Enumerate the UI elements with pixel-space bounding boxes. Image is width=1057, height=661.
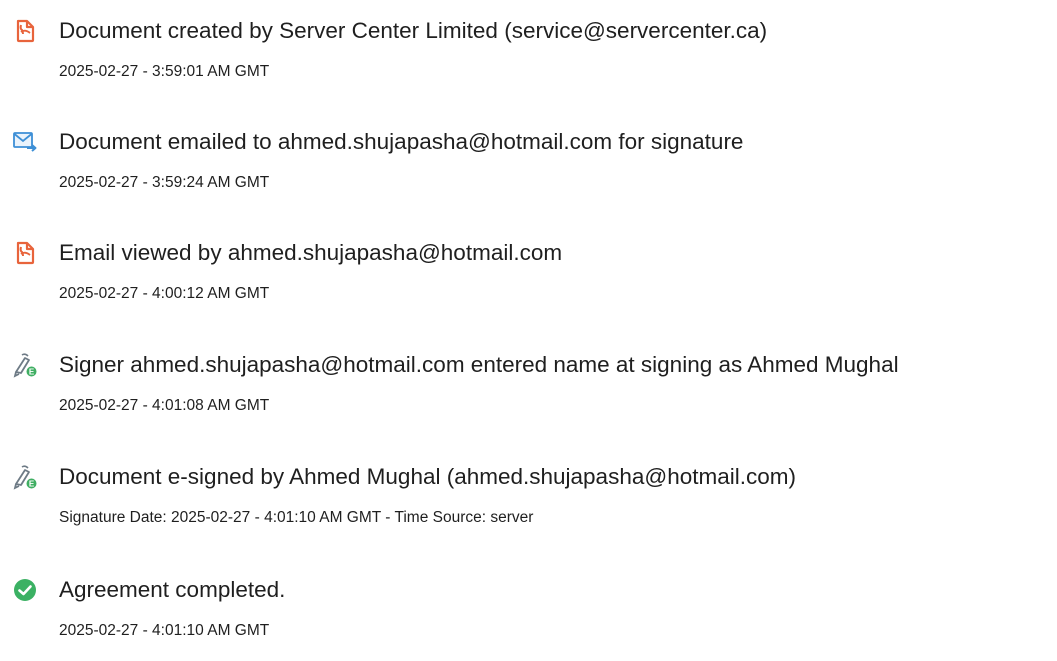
event-title: Agreement completed. — [59, 577, 286, 602]
timeline-event: Agreement completed. 2025-02-27 - 4:01:1… — [0, 575, 1057, 661]
timeline-event: Document created by Server Center Limite… — [0, 16, 1057, 102]
svg-text:E: E — [29, 368, 35, 377]
event-title: Document e-signed by Ahmed Mughal (ahmed… — [59, 464, 796, 489]
document-created-icon — [12, 18, 38, 44]
event-timestamp: 2025-02-27 - 4:00:12 AM GMT — [59, 285, 270, 302]
event-timestamp: 2025-02-27 - 4:01:10 AM GMT — [59, 622, 270, 639]
check-circle-icon — [12, 577, 38, 603]
event-title: Document emailed to ahmed.shujapasha@hot… — [59, 129, 744, 154]
event-signature-date: Signature Date: 2025-02-27 - 4:01:10 AM … — [59, 509, 534, 526]
esign-pen-icon: E — [12, 464, 38, 490]
timeline-event: E Signer ahmed.shujapasha@hotmail.com en… — [0, 350, 1057, 436]
svg-text:E: E — [29, 480, 35, 489]
timeline-event: Email viewed by ahmed.shujapasha@hotmail… — [0, 238, 1057, 324]
document-viewed-icon — [12, 240, 38, 266]
audit-timeline: Document created by Server Center Limite… — [0, 0, 1057, 652]
event-timestamp: 2025-02-27 - 3:59:24 AM GMT — [59, 174, 270, 191]
event-timestamp: 2025-02-27 - 3:59:01 AM GMT — [59, 63, 270, 80]
email-sent-icon — [12, 129, 38, 155]
event-title: Email viewed by ahmed.shujapasha@hotmail… — [59, 240, 563, 265]
timeline-event: E Document e-signed by Ahmed Mughal (ahm… — [0, 462, 1057, 548]
signer-pen-icon: E — [12, 352, 38, 378]
event-timestamp: 2025-02-27 - 4:01:08 AM GMT — [59, 397, 270, 414]
event-title: Document created by Server Center Limite… — [59, 18, 768, 43]
event-title: Signer ahmed.shujapasha@hotmail.com ente… — [59, 352, 899, 377]
timeline-event: Document emailed to ahmed.shujapasha@hot… — [0, 127, 1057, 213]
